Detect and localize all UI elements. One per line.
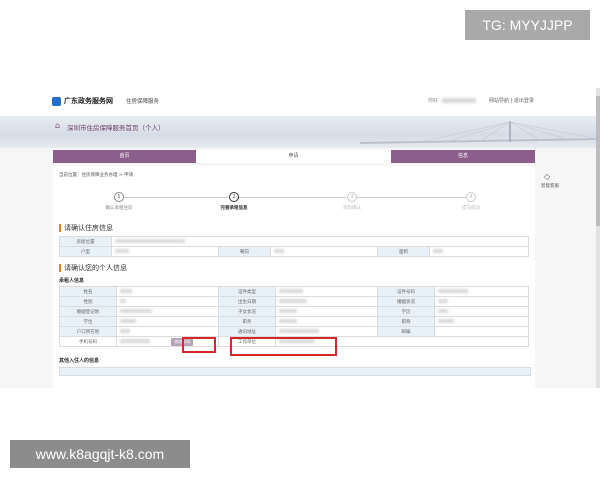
user-greeting: 你好	[428, 97, 476, 104]
nav-item-home[interactable]: 首页	[53, 150, 196, 163]
cell-value	[275, 306, 378, 317]
cell-value	[116, 286, 219, 297]
housing-type-value	[111, 246, 219, 257]
cell-label: 学历	[377, 306, 435, 317]
housing-table: 房屋位置 户型 朝向 面积	[59, 236, 529, 257]
housing-location-value	[111, 236, 529, 247]
cell-label: 婚姻状况	[377, 296, 435, 307]
housing-location-label: 房屋位置	[59, 236, 112, 247]
housing-section-title: 请确认住房信息	[59, 224, 113, 232]
step-1-label: 确认承租住房	[105, 206, 133, 211]
cell-value	[275, 296, 378, 307]
step-line	[239, 197, 346, 198]
cell-value	[434, 306, 529, 317]
applicant-subtitle: 承租人信息	[59, 278, 85, 284]
step-line	[124, 197, 228, 198]
step-line	[357, 197, 466, 198]
step-3-circle: 3	[347, 192, 357, 202]
site-name[interactable]: 广东政务服务网	[64, 96, 113, 106]
banner: ⌂ 深圳市住房保障服务首页（个人）	[0, 116, 600, 148]
housing-area-value	[429, 246, 529, 257]
phone-label: 手机号码	[59, 336, 117, 347]
housing-orientation-value	[270, 246, 378, 257]
content-panel: 当前位置：住房保障业务办理 > 申请 1 2 3 4 确认承租住房 完善承租信息…	[53, 166, 535, 388]
cell-value	[116, 316, 219, 327]
cell-value	[434, 326, 529, 337]
cell-label: 职务	[218, 316, 276, 327]
step-3-label: 资料确认	[343, 206, 361, 211]
gov-header: 广东政务服务网 住房保障服务 你好 网站导航 | 退出登录	[0, 88, 600, 117]
service-name[interactable]: 住房保障服务	[126, 97, 159, 105]
cell-value	[116, 306, 219, 317]
cell-label: 通讯地址	[218, 326, 276, 337]
housing-type-label: 户型	[59, 246, 112, 257]
cell-value	[434, 316, 529, 327]
page-scrollbar[interactable]	[596, 88, 600, 388]
cell-label: 出生日期	[218, 296, 276, 307]
other-occupants-title: 其他入住人的信息	[59, 358, 100, 364]
highlight-modify-button	[182, 337, 216, 353]
cell-value	[275, 326, 378, 337]
step-4-circle: 4	[466, 192, 476, 202]
banner-title: 深圳市住房保障服务首页（个人）	[67, 124, 165, 132]
top-links[interactable]: 网站导航 | 退出登录	[489, 97, 534, 104]
housing-area-label: 面积	[377, 246, 430, 257]
housing-orientation-label: 朝向	[218, 246, 271, 257]
step-4-label: 提交成功	[462, 206, 480, 211]
watermark-url: www.k8agqjt-k8.com	[10, 440, 190, 468]
cell-label: 户口所在地	[59, 326, 117, 337]
breadcrumb: 当前位置：住房保障业务办理 > 申请	[59, 173, 134, 178]
other-occupants-table-header	[59, 367, 531, 376]
cell-label: 证件号码	[377, 286, 435, 297]
cell-label: 学位	[59, 316, 117, 327]
step-2-label: 完善承租信息	[220, 206, 248, 211]
step-1-circle: 1	[114, 192, 124, 202]
screenshot-frame: 广东政务服务网 住房保障服务 你好 网站导航 | 退出登录 ⌂ 深圳市住房保障服…	[0, 88, 600, 388]
main-nav: 首页 申请 信息	[53, 150, 535, 163]
cell-value	[116, 326, 219, 337]
cell-value	[116, 296, 219, 307]
cell-value	[275, 316, 378, 327]
cell-label: 邮编	[377, 326, 435, 337]
step-2-circle: 2	[229, 192, 239, 202]
gov-logo-icon	[52, 97, 61, 106]
cell-label: 子女状况	[218, 306, 276, 317]
diamond-arrow-icon[interactable]: ◇	[544, 172, 550, 181]
cell-label: 姓名	[59, 286, 117, 297]
bridge-illustration	[360, 121, 600, 144]
tg-label: TG: MYYJJPP	[465, 10, 590, 40]
banner-logo-icon: ⌂	[55, 121, 61, 130]
side-service-label[interactable]: 智能客服	[541, 183, 559, 189]
cell-value	[275, 286, 378, 297]
scroll-thumb[interactable]	[596, 96, 600, 226]
cell-value	[434, 296, 529, 307]
personal-section-title: 请确认您的个人信息	[59, 264, 127, 272]
cell-label: 性别	[59, 296, 117, 307]
highlight-employer	[230, 337, 337, 356]
cell-label: 职称	[377, 316, 435, 327]
nav-item-info[interactable]: 信息	[391, 150, 535, 163]
cell-label: 证件类型	[218, 286, 276, 297]
cell-value	[434, 286, 529, 297]
cell-label: 婚姻登记地	[59, 306, 117, 317]
nav-item-apply[interactable]: 申请	[196, 150, 391, 163]
